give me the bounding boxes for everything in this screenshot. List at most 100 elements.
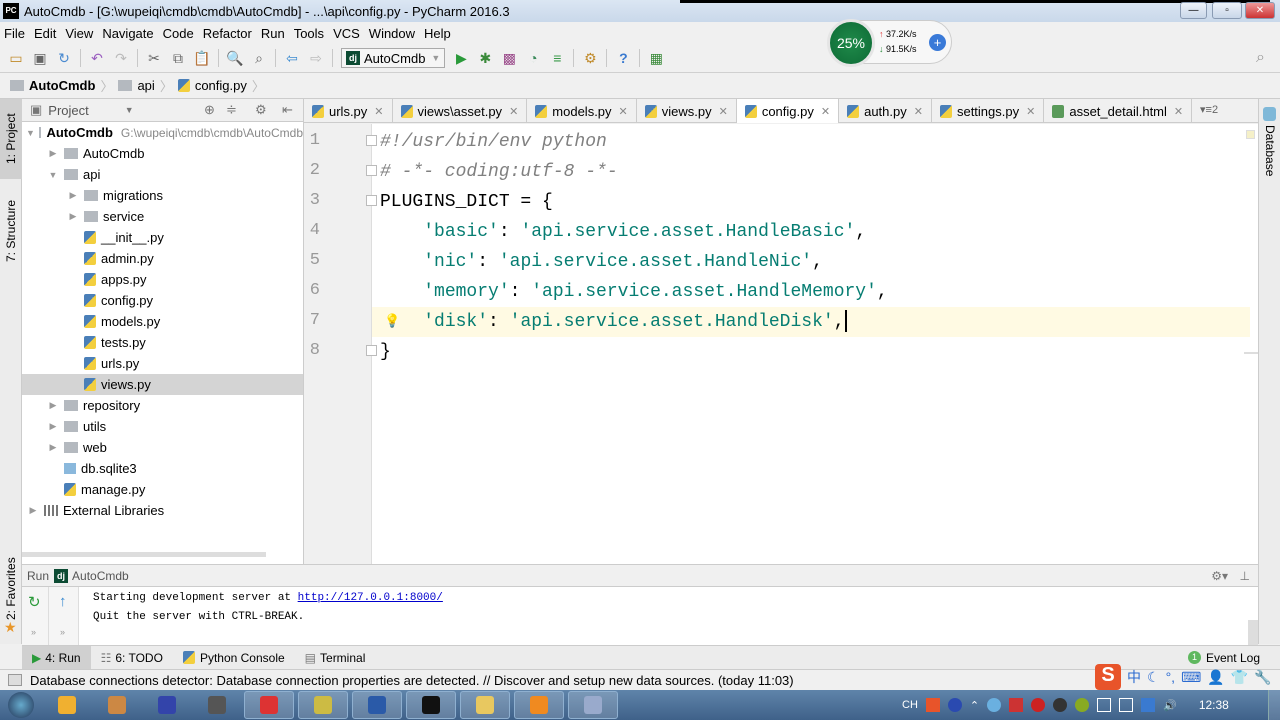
wrench-icon[interactable]: 🔧 (1254, 669, 1271, 686)
sogou-tray-icon[interactable] (925, 698, 940, 712)
menu-window[interactable]: Window (369, 26, 415, 41)
tool-tab-run[interactable]: ▶ 4: Run (22, 645, 91, 670)
help-icon[interactable]: ? (614, 49, 632, 67)
collapse-all-icon[interactable]: ≑ (226, 102, 237, 118)
tray-app-icon[interactable] (1009, 698, 1024, 712)
back-icon[interactable]: ⇦ (283, 49, 301, 67)
record-tray-icon[interactable] (1031, 698, 1046, 712)
punctuation-icon[interactable]: °, (1166, 669, 1176, 685)
close-tab-icon[interactable]: ✕ (619, 105, 628, 118)
tree-item[interactable]: admin.py (22, 248, 303, 269)
tab-views-asset-py[interactable]: views\asset.py ✕ (393, 99, 528, 123)
cut-icon[interactable]: ✂ (145, 49, 163, 67)
vertical-scrollbar[interactable] (1248, 620, 1258, 646)
profile-icon[interactable]: ◔ (524, 49, 542, 67)
concurrency-icon[interactable]: ≡ (548, 49, 566, 67)
lightbulb-icon[interactable]: 💡 (384, 307, 400, 337)
run-config-select[interactable]: dj AutoCmdb ▼ (341, 48, 446, 68)
tree-item[interactable]: ▶ service (22, 206, 303, 227)
server-link[interactable]: http://127.0.0.1:8000/ (298, 592, 443, 604)
tool-tab-database[interactable]: Database (1259, 125, 1280, 185)
code-line[interactable]: 'memory': 'api.service.asset.HandleMemor… (380, 277, 1258, 307)
collapsed-arrow-icon[interactable]: ▶ (46, 421, 60, 432)
menu-help[interactable]: Help (424, 26, 451, 41)
status-message[interactable]: Database connections detector: Database … (30, 673, 794, 688)
inspection-indicator[interactable] (1246, 130, 1255, 139)
tree-item[interactable]: tests.py (22, 332, 303, 353)
forward-icon[interactable]: ⇨ (307, 49, 325, 67)
collapsed-arrow-icon[interactable]: ▶ (46, 148, 60, 159)
security-tray-icon[interactable] (1075, 698, 1090, 712)
tree-item[interactable]: urls.py (22, 353, 303, 374)
tree-item[interactable]: ▼ AutoCmdb G:\wupeiqi\cmdb\cmdb\AutoCmdb (22, 122, 303, 143)
sync-icon[interactable]: ↻ (55, 49, 73, 67)
menu-vcs[interactable]: VCS (333, 26, 360, 41)
code-line[interactable]: } (380, 337, 1258, 367)
collapsed-arrow-icon[interactable]: ▶ (66, 211, 80, 222)
fold-marker-icon[interactable] (366, 135, 377, 146)
tab-urls-py[interactable]: urls.py ✕ (304, 99, 393, 123)
expanded-arrow-icon[interactable]: ▼ (46, 170, 60, 180)
tree-item[interactable]: ▼ api (22, 164, 303, 185)
show-desktop-button[interactable] (1268, 690, 1280, 720)
tree-item[interactable]: apps.py (22, 269, 303, 290)
collapsed-arrow-icon[interactable]: ▶ (46, 442, 60, 453)
breadcrumb-item[interactable]: AutoCmdb (29, 78, 95, 93)
fold-marker-icon[interactable] (366, 165, 377, 176)
ime-mode[interactable]: 中 (1127, 667, 1141, 687)
taskbar-notepad-icon[interactable] (298, 691, 348, 719)
search-everywhere-icon[interactable]: ⌕ (1256, 49, 1265, 67)
tree-item[interactable]: db.sqlite3 (22, 458, 303, 479)
keyboard-icon[interactable]: ⌨ (1181, 669, 1201, 686)
show-hidden-icons[interactable]: ⌃ (970, 699, 979, 712)
close-button[interactable]: ✕ (1245, 2, 1275, 19)
tree-item[interactable]: ▶ repository (22, 395, 303, 416)
close-tab-icon[interactable]: ✕ (509, 105, 518, 118)
save-icon[interactable]: ▣ (31, 49, 49, 67)
code-line[interactable]: 'nic': 'api.service.asset.HandleNic', (380, 247, 1258, 277)
tab-asset-detail-html[interactable]: asset_detail.html ✕ (1044, 99, 1193, 123)
close-tab-icon[interactable]: ✕ (1026, 105, 1035, 118)
breadcrumb-item[interactable]: api (137, 78, 154, 93)
tree-item[interactable]: ▶ External Libraries (22, 500, 303, 521)
horizontal-scrollbar[interactable] (22, 552, 266, 557)
tree-item[interactable]: config.py (22, 290, 303, 311)
tree-item[interactable]: views.py (22, 374, 303, 395)
replace-icon[interactable]: ⌕ (250, 49, 268, 67)
tool-tab-terminal[interactable]: ▤ Terminal (295, 646, 376, 670)
undo-icon[interactable]: ↶ (88, 49, 106, 67)
breadcrumb-item[interactable]: config.py (195, 78, 247, 93)
coverage-icon[interactable]: ▩ (500, 49, 518, 67)
network-speed-widget[interactable]: 25% ↑ 37.2K/s ↓ 91.5K/s + (827, 19, 952, 67)
close-tab-icon[interactable]: ✕ (821, 105, 830, 118)
minimize-button[interactable]: — (1180, 2, 1207, 19)
menu-run[interactable]: Run (261, 26, 285, 41)
sdk-manager-icon[interactable]: ▦ (647, 49, 665, 67)
chevron-down-icon[interactable]: ▼ (125, 105, 134, 115)
collapsed-arrow-icon[interactable]: ▶ (26, 505, 40, 516)
code-editor[interactable]: 1 2 3 4 5 6 7 8 #!/usr/bin/env python # -*- codi… (304, 124, 1258, 564)
hide-panel-icon[interactable]: ⊥ (1240, 569, 1250, 583)
more-icon[interactable]: » (31, 627, 36, 637)
menu-edit[interactable]: Edit (34, 26, 56, 41)
user-icon[interactable]: 👤 (1207, 669, 1224, 686)
close-tab-icon[interactable]: ✕ (374, 105, 383, 118)
menu-view[interactable]: View (65, 26, 93, 41)
expanded-arrow-icon[interactable]: ▼ (26, 128, 35, 138)
tab-config-py[interactable]: config.py ✕ (736, 99, 840, 123)
plus-icon[interactable]: + (929, 34, 946, 51)
ime-toolbar[interactable]: S 中 ☾ °, ⌨ 👤 👕 🔧 (1095, 664, 1272, 690)
hide-panel-icon[interactable]: ⇤ (282, 102, 293, 118)
tree-item[interactable]: __init__.py (22, 227, 303, 248)
language-indicator[interactable]: CH (902, 699, 918, 711)
fold-marker-icon[interactable] (366, 345, 377, 356)
tray-app-icon[interactable] (1141, 698, 1156, 712)
tab-auth-py[interactable]: auth.py ✕ (839, 99, 932, 123)
taskbar-orange-app-icon[interactable] (514, 691, 564, 719)
qq-tray-icon[interactable] (1053, 698, 1068, 712)
maximize-button[interactable]: ▫ (1212, 2, 1242, 19)
toggle-tool-windows-icon[interactable] (8, 674, 22, 686)
tool-tab-todo[interactable]: ☷ 6: TODO (91, 646, 173, 670)
close-tab-icon[interactable]: ✕ (719, 105, 728, 118)
menu-refactor[interactable]: Refactor (203, 26, 252, 41)
